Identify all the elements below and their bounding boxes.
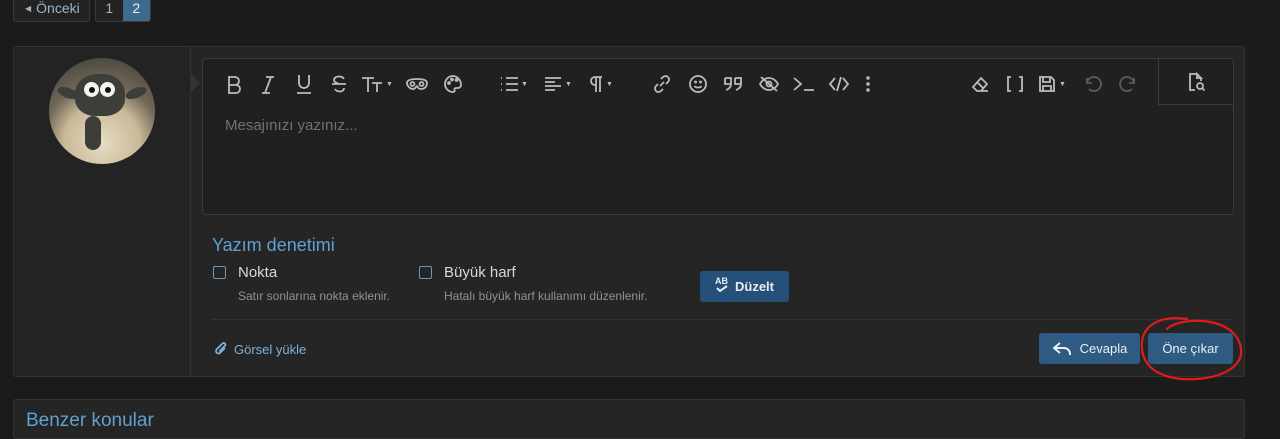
buyuk-harf-label: Büyük harf xyxy=(444,264,516,281)
quick-reply-block: ▼ ▼ ▼ ▼ ▼ Mesajınızı yazınız... Yazım de… xyxy=(13,46,1245,377)
spellcheck-title: Yazım denetimi xyxy=(212,235,335,255)
message-editor[interactable]: ▼ ▼ ▼ ▼ ▼ Mesajınızı yazınız... xyxy=(202,58,1234,215)
spellcheck-icon: AB xyxy=(715,276,729,293)
quote-icon[interactable] xyxy=(722,72,744,96)
strikethrough-icon[interactable] xyxy=(330,72,348,96)
color-palette-icon[interactable] xyxy=(443,72,463,96)
buyuk-harf-checkbox[interactable] xyxy=(419,266,432,279)
divider xyxy=(212,319,1232,320)
italic-icon[interactable] xyxy=(260,72,276,96)
reply-button[interactable]: Cevapla xyxy=(1039,333,1140,364)
more-icon[interactable] xyxy=(865,72,871,96)
paragraph-icon[interactable]: ▼ xyxy=(588,72,613,96)
editor-toolbar: ▼ ▼ ▼ ▼ ▼ xyxy=(203,59,1233,105)
code-icon[interactable] xyxy=(828,72,850,96)
eraser-icon[interactable] xyxy=(970,72,990,96)
reply-icon xyxy=(1052,341,1071,355)
reply-label: Cevapla xyxy=(1079,341,1128,356)
similar-threads-block: Benzer konular xyxy=(13,399,1245,439)
bbcode-toggle-icon[interactable] xyxy=(1005,72,1025,96)
nokta-hint: Satır sonlarına nokta eklenir. xyxy=(238,289,391,303)
smiley-icon[interactable] xyxy=(688,72,708,96)
chevron-left-icon: ◀ xyxy=(25,3,32,13)
underline-icon[interactable] xyxy=(295,72,313,96)
upload-label: Görsel yükle xyxy=(234,341,307,357)
fix-button-label: Düzelt xyxy=(735,279,774,294)
hide-icon[interactable] xyxy=(758,72,780,96)
code-inline-icon[interactable] xyxy=(792,72,816,96)
redo-icon[interactable] xyxy=(1118,72,1138,96)
avatar[interactable] xyxy=(49,58,155,164)
bold-icon[interactable] xyxy=(225,72,243,96)
feature-label: Öne çıkar xyxy=(1162,341,1219,356)
fix-button[interactable]: AB Düzelt xyxy=(700,271,789,302)
upload-image-link[interactable]: Görsel yükle xyxy=(213,340,306,358)
feature-button[interactable]: Öne çıkar xyxy=(1148,333,1233,364)
page-2-button[interactable]: 2 xyxy=(122,0,150,21)
paperclip-icon xyxy=(215,342,227,355)
buyuk-harf-hint: Hatalı büyük harf kullanımı düzenlenir. xyxy=(444,289,648,303)
page-1-button[interactable]: 1 xyxy=(95,0,123,21)
nokta-checkbox[interactable] xyxy=(213,266,226,279)
user-column xyxy=(14,47,191,376)
preview-icon[interactable] xyxy=(1158,59,1233,105)
undo-icon[interactable] xyxy=(1083,72,1103,96)
pagination: ◀ Önceki 1 2 xyxy=(13,0,151,22)
list-icon[interactable]: ▼ xyxy=(499,72,528,96)
align-icon[interactable]: ▼ xyxy=(543,72,572,96)
previous-page-button[interactable]: ◀ Önceki xyxy=(13,0,90,22)
message-input[interactable]: Mesajınızı yazınız... xyxy=(225,117,358,134)
nokta-label: Nokta xyxy=(238,264,278,281)
previous-page-label: Önceki xyxy=(36,0,80,16)
page-numbers: 1 2 xyxy=(94,0,151,22)
spoiler-icon[interactable] xyxy=(405,72,429,96)
text-size-icon[interactable]: ▼ xyxy=(360,72,393,96)
similar-threads-title: Benzer konular xyxy=(26,410,154,431)
link-icon[interactable] xyxy=(652,72,672,96)
drafts-icon[interactable]: ▼ xyxy=(1037,72,1066,96)
